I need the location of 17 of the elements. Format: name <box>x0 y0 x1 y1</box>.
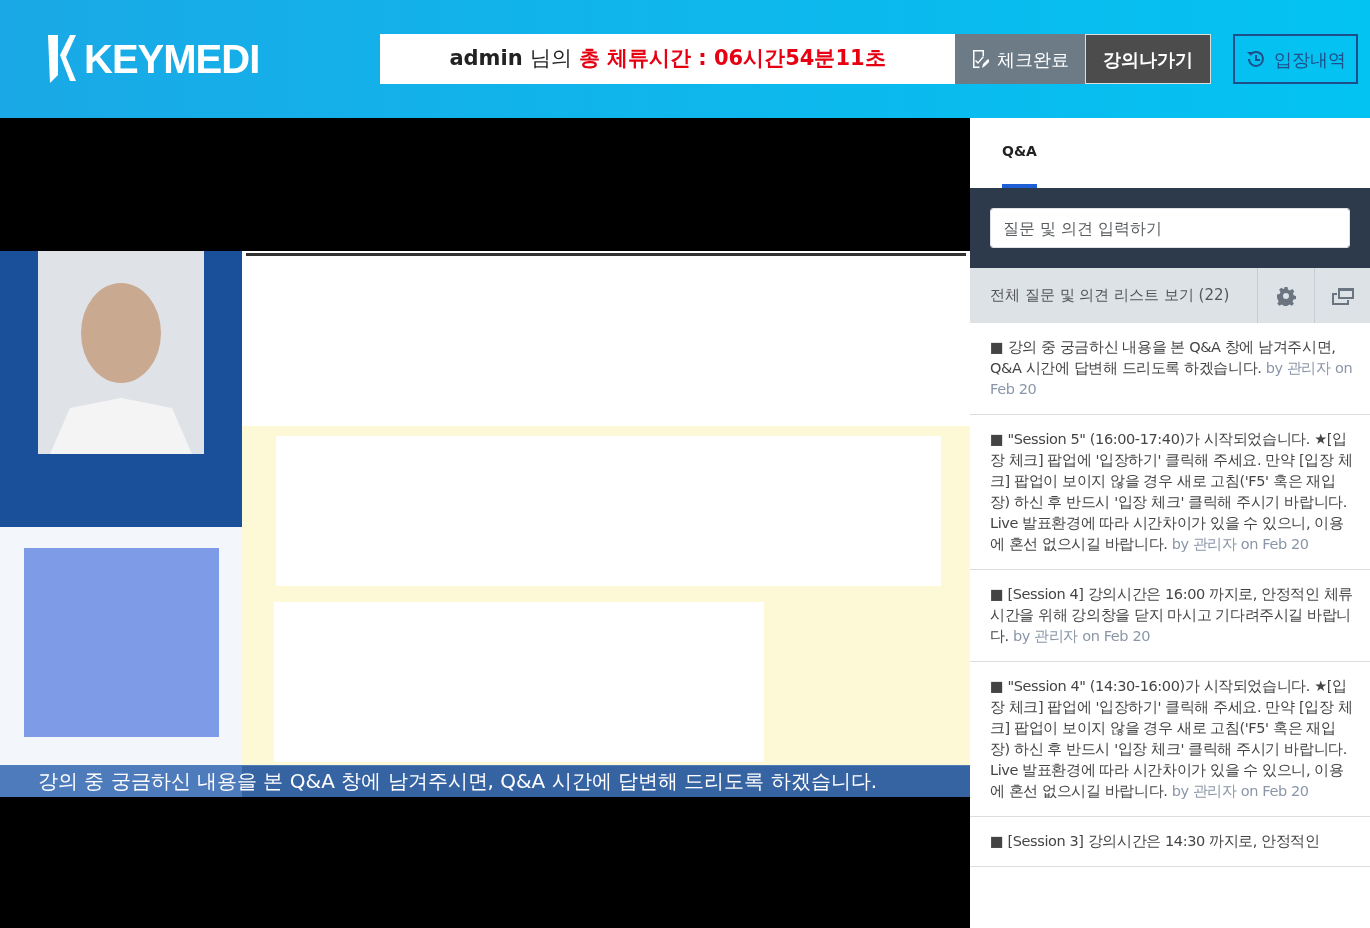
logo-text: KEYMEDI <box>84 36 260 83</box>
message-text: ■ "Session 5" (16:00-17:40)가 시작되었습니다. ★[입장 체크] 팝업에 '입장하기' 클릭해 주세요. 만약 [입장 체크] 팝업이 보이지 않을 경우 새로 고침('F5' 혹은 재입장) 하신 후 반드시 '입장 체크' 클릭해 주시기 바랍니다. Live 발표환경에 따라 시간차이가 있을 수 있으니, 이용에 혼선 없으시길 바랍니다. by 관리자 on Feb 20 <box>990 430 1354 554</box>
checklist-icon <box>971 49 989 69</box>
logo-icon <box>46 33 76 85</box>
caption-ticker: 강의 중 궁금하신 내용을 본 Q&A 창에 남겨주시면, Q&A 시간에 답변해 드리도록 하겠습니다. <box>0 765 970 797</box>
history-button[interactable]: 입장내역 <box>1233 34 1358 84</box>
exit-button[interactable]: 강의나가기 <box>1085 34 1211 84</box>
check-complete-button[interactable]: 체크완료 <box>955 34 1085 84</box>
message-text: ■ [Session 3] 강의시간은 14:30 까지로, 안정적인 <box>990 832 1321 851</box>
windows-icon <box>1330 286 1355 305</box>
message-text: ■ [Session 4] 강의시간은 16:00 까지로, 안정적인 체류시간을 위해 강의창을 닫지 마시고 기다려주시길 바랍니다. by 관리자 on Feb 20 <box>990 585 1354 646</box>
message-text: ■ "Session 4" (14:30-16:00)가 시작되었습니다. ★[입장 체크] 팝업에 '입장하기' 클릭해 주세요. 만약 [입장 체크] 팝업이 보이지 않을 경우 새로 고침('F5' 혹은 재입장) 하신 후 반드시 '입장 체크' 클릭해 주시기 바랍니다. Live 발표환경에 따라 시간차이가 있을 수 있으니, 이용에 혼선 없으시길 바랍니다. by 관리자 on Feb 20 <box>990 677 1354 801</box>
settings-icon <box>1276 285 1296 306</box>
question-input[interactable]: 질문 및 의견 입력하기 <box>990 208 1350 248</box>
history-icon <box>1245 49 1266 69</box>
message-text: ■ 강의 중 궁금하신 내용을 본 Q&A 창에 남겨주시면, Q&A 시간에 답변해 드리도록 하겠습니다. by 관리자 on Feb 20 <box>990 338 1354 399</box>
stay-time-display: admin 님의 총 체류시간 : 06시간54분11초 <box>380 34 955 84</box>
